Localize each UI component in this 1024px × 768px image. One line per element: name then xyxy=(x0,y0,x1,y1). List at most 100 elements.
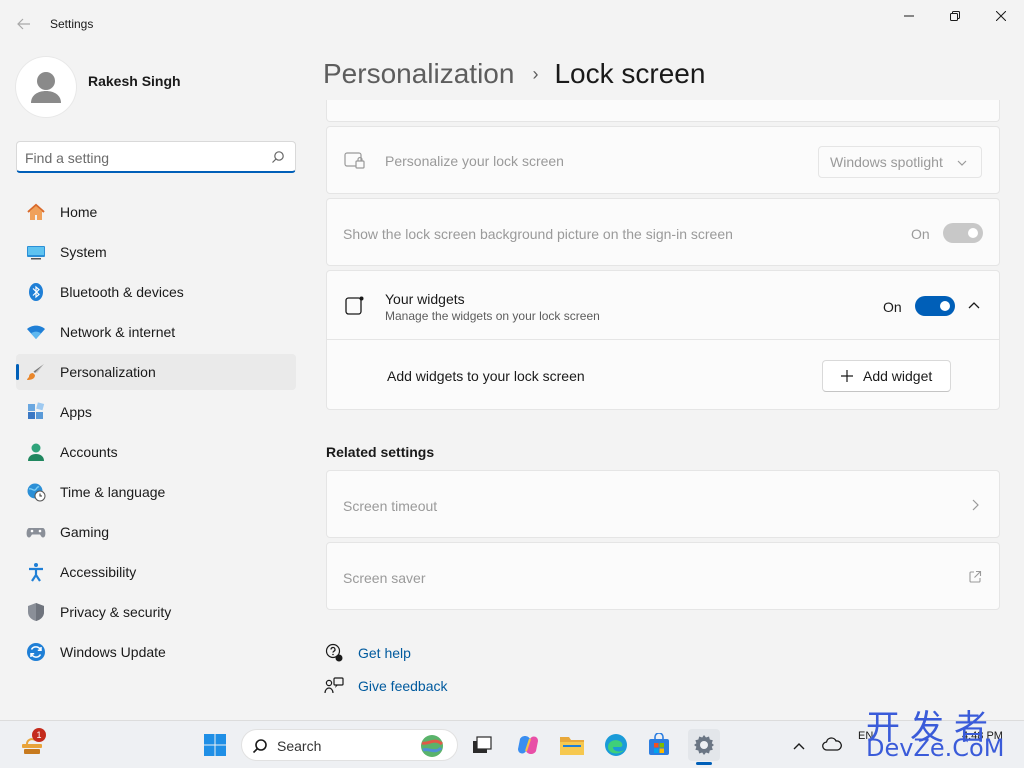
chevron-down-icon xyxy=(957,160,967,166)
add-widgets-label: Add widgets to your lock screen xyxy=(387,368,585,384)
dropdown-value: Windows spotlight xyxy=(830,154,943,170)
watermark-bottom-text: DevZe.CoM xyxy=(866,734,1005,762)
onedrive-cloud-icon[interactable] xyxy=(822,737,842,751)
bluetooth-icon xyxy=(29,283,43,301)
feedback-icon xyxy=(324,677,344,694)
title-bar: Settings xyxy=(0,0,1024,48)
widgets-header[interactable]: Your widgets Manage the widgets on your … xyxy=(327,271,999,340)
settings-taskbar-button[interactable] xyxy=(688,729,720,761)
task-view-button[interactable] xyxy=(466,729,498,761)
widgets-state: On xyxy=(883,299,902,315)
signin-background-state: On xyxy=(911,226,930,242)
active-app-indicator xyxy=(696,762,712,765)
help-icon xyxy=(325,643,343,662)
start-button[interactable] xyxy=(199,729,231,761)
sidebar-item-label: Network & internet xyxy=(60,324,176,340)
taskbar-search-label: Search xyxy=(277,738,322,754)
sidebar-item-apps[interactable]: Apps xyxy=(16,394,296,430)
system-icon xyxy=(27,246,45,260)
add-widget-button[interactable]: Add widget xyxy=(822,360,951,392)
minimize-button[interactable] xyxy=(886,0,932,32)
avatar[interactable] xyxy=(16,57,76,117)
paintbrush-icon xyxy=(27,364,44,380)
search-input[interactable] xyxy=(25,148,265,168)
sidebar-item-system[interactable]: System xyxy=(16,234,296,270)
sidebar-item-privacy-security[interactable]: Privacy & security xyxy=(16,594,296,630)
edge-browser-button[interactable] xyxy=(600,729,632,761)
search-highlight-icon xyxy=(421,735,443,757)
signin-background-row: Show the lock screen background picture … xyxy=(326,198,1000,266)
screen-timeout-row[interactable]: Screen timeout xyxy=(326,470,1000,538)
copilot-button[interactable] xyxy=(512,729,544,761)
windows-logo-icon xyxy=(204,734,226,756)
give-feedback-label: Give feedback xyxy=(358,678,448,694)
taskbar-search[interactable]: Search xyxy=(241,729,458,761)
breadcrumb-parent[interactable]: Personalization xyxy=(323,58,514,90)
wifi-icon xyxy=(27,325,45,339)
sidebar-item-label: Home xyxy=(60,204,98,220)
sidebar-item-network[interactable]: Network & internet xyxy=(16,314,296,350)
screen-timeout-label: Screen timeout xyxy=(343,498,438,514)
show-hidden-icons-chevron-up-icon[interactable] xyxy=(792,741,806,751)
widgets-label: Your widgets xyxy=(385,291,465,307)
search-box[interactable] xyxy=(16,141,296,173)
sidebar-item-bluetooth[interactable]: Bluetooth & devices xyxy=(16,274,296,310)
update-icon xyxy=(27,643,45,661)
lock-screen-icon xyxy=(344,152,365,169)
widgets-expander: Your widgets Manage the widgets on your … xyxy=(326,270,1000,410)
close-icon xyxy=(996,11,1006,21)
gear-icon xyxy=(694,735,714,755)
minimize-icon xyxy=(904,15,914,17)
edge-icon xyxy=(605,734,627,756)
get-help-link[interactable]: Get help xyxy=(324,643,411,663)
gamepad-icon xyxy=(26,528,46,538)
sidebar-item-personalization[interactable]: Personalization xyxy=(16,354,296,390)
signin-background-label: Show the lock screen background picture … xyxy=(343,226,733,242)
sidebar-item-label: Apps xyxy=(60,404,92,420)
sidebar-item-label: Windows Update xyxy=(60,644,166,660)
add-widget-button-label: Add widget xyxy=(863,368,933,384)
sidebar-item-home[interactable]: Home xyxy=(16,194,296,230)
screen-saver-row[interactable]: Screen saver xyxy=(326,542,1000,610)
get-help-label: Get help xyxy=(358,645,411,661)
sidebar-item-label: System xyxy=(60,244,107,260)
sidebar-item-accounts[interactable]: Accounts xyxy=(16,434,296,470)
sidebar-item-label: Accounts xyxy=(60,444,118,460)
restore-icon xyxy=(950,11,960,21)
sidebar-nav: Home System Bluetooth & devices Network … xyxy=(16,194,296,674)
personalize-lock-screen-row: Personalize your lock screen Windows spo… xyxy=(326,126,1000,194)
widgets-toggle[interactable] xyxy=(915,296,955,316)
page-title: Lock screen xyxy=(554,58,706,89)
sidebar-item-time-language[interactable]: Time & language xyxy=(16,474,296,510)
sidebar-item-label: Time & language xyxy=(60,484,166,500)
person-icon xyxy=(31,72,61,103)
accessibility-icon xyxy=(29,563,43,582)
sidebar-item-label: Privacy & security xyxy=(60,604,172,620)
sidebar-item-windows-update[interactable]: Windows Update xyxy=(16,634,296,670)
file-explorer-button[interactable] xyxy=(556,729,588,761)
screen-saver-label: Screen saver xyxy=(343,570,426,586)
search-icon xyxy=(252,739,267,754)
lock-screen-background-dropdown[interactable]: Windows spotlight xyxy=(818,146,982,178)
watermark: 开发者 DevZe.CoM xyxy=(866,700,1020,766)
chevron-up-icon[interactable] xyxy=(968,301,980,309)
app-title: Settings xyxy=(50,17,94,31)
apps-icon xyxy=(28,402,45,419)
breadcrumb-separator: › xyxy=(532,63,539,84)
signin-background-toggle[interactable] xyxy=(943,223,983,243)
store-button[interactable] xyxy=(643,729,675,761)
maximize-button[interactable] xyxy=(932,0,978,32)
personalize-lock-screen-label: Personalize your lock screen xyxy=(385,153,564,169)
sidebar-item-gaming[interactable]: Gaming xyxy=(16,514,296,550)
back-arrow-icon[interactable] xyxy=(10,12,38,36)
give-feedback-link[interactable]: Give feedback xyxy=(324,676,448,696)
breadcrumb: Personalization › Lock screen xyxy=(323,58,705,90)
copilot-icon xyxy=(518,736,538,754)
close-button[interactable] xyxy=(978,0,1024,32)
chevron-right-icon xyxy=(972,499,979,511)
sidebar-item-label: Accessibility xyxy=(60,564,137,580)
user-profile: Rakesh Singh xyxy=(16,57,296,117)
sidebar-item-accessibility[interactable]: Accessibility xyxy=(16,554,296,590)
store-icon xyxy=(649,733,669,755)
home-icon xyxy=(27,203,45,220)
